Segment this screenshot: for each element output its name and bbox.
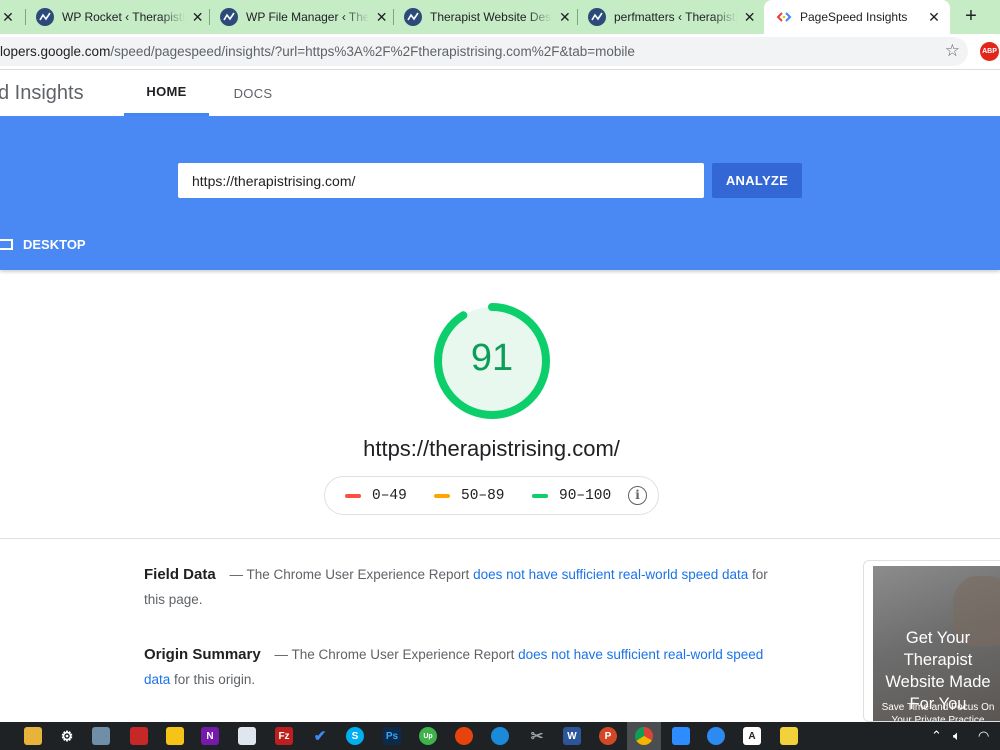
field-data-heading: Field Data (144, 566, 216, 583)
tab-close-icon[interactable]: ✕ (926, 9, 942, 26)
legend-pass: 90–100 (532, 488, 611, 504)
tab-therapist-website-design[interactable]: Therapist Website Design ✕ (396, 0, 578, 34)
tab-title: PageSpeed Insights (800, 10, 908, 24)
opera-icon[interactable] (455, 727, 473, 745)
desktop-label: DESKTOP (23, 237, 86, 252)
taskbar: ⚙ N Fz ✔ S Ps Up ✂ W P A ⌃ 🔈︎ ◠ (0, 722, 1000, 750)
tab-close-icon[interactable]: ✕ (743, 9, 756, 26)
tab-close-icon[interactable]: ✕ (558, 9, 572, 26)
search-banner: ANALYZE DESKTOP (0, 116, 1000, 270)
ad-banner[interactable]: Get Your Therapist Website Made For You … (863, 560, 1000, 722)
word-icon[interactable]: W (563, 727, 581, 745)
address-path: /speed/pagespeed/insights/?url=https%3A%… (110, 44, 635, 59)
tab-partial[interactable]: ✕ (0, 0, 26, 34)
chrome-icon[interactable] (635, 727, 653, 745)
origin-summary-text: — The Chrome User Experience Report (274, 647, 515, 662)
field-data-link[interactable]: does not have sufficient real-world spee… (473, 567, 748, 582)
nav-home[interactable]: HOME (124, 70, 209, 116)
tab-pagespeed-insights[interactable]: PageSpeed Insights ✕ (764, 0, 950, 34)
skype-icon[interactable]: S (346, 727, 364, 745)
tab-title: perfmatters ‹ TherapistRising (614, 10, 737, 24)
origin-summary-section: Origin Summary — The Chrome User Experie… (144, 642, 784, 692)
desktop-tab[interactable]: DESKTOP (0, 237, 86, 252)
origin-summary-text-end: for this origin. (174, 672, 256, 687)
divider (0, 538, 1000, 539)
sticky-notes-icon[interactable] (166, 727, 184, 745)
tab-wp-file-manager[interactable]: WP File Manager ‹ Therapist ✕ (212, 0, 394, 34)
wp-rocket-icon (36, 8, 54, 26)
notepad-icon[interactable] (238, 727, 256, 745)
notes-pencil-icon[interactable] (780, 727, 798, 745)
nav-docs[interactable]: DOCS (214, 70, 292, 116)
tab-close-icon[interactable]: ✕ (191, 9, 204, 26)
acrobat-icon[interactable]: A (743, 727, 761, 745)
filezilla-icon[interactable]: Fz (275, 727, 293, 745)
legend-pass-label: 90–100 (559, 488, 612, 504)
wifi-icon[interactable]: ◠ (978, 728, 989, 744)
field-data-section: Field Data — The Chrome User Experience … (144, 562, 784, 612)
volume-icon[interactable]: 🔈︎ (953, 728, 961, 744)
tab-close-icon[interactable]: ✕ (375, 9, 388, 26)
adblock-icon[interactable]: ABP (980, 42, 999, 61)
tab-close-icon[interactable]: ✕ (0, 9, 16, 26)
analyze-button[interactable]: ANALYZE (712, 163, 802, 198)
legend-pass-swatch (532, 494, 548, 498)
tab-strip: ✕ WP Rocket ‹ TherapistRising ✕ WP File … (0, 0, 1000, 34)
pagespeed-icon (776, 11, 792, 23)
tab-title: WP File Manager ‹ Therapist (246, 10, 370, 24)
tab-wp-rocket[interactable]: WP Rocket ‹ TherapistRising ✕ (28, 0, 210, 34)
tab-title: WP Rocket ‹ TherapistRising (62, 10, 185, 24)
performance-score: 91 (470, 337, 514, 379)
psi-header: d Insights HOME DOCS (0, 70, 1000, 116)
perfmatters-icon (588, 8, 606, 26)
info-icon[interactable]: i (628, 486, 647, 505)
field-data-text: — The Chrome User Experience Report (229, 567, 470, 582)
address-host: lopers.google.com (0, 44, 111, 59)
snipping-tool-icon[interactable]: ✂ (528, 727, 546, 745)
desktop-icon (0, 239, 13, 250)
onenote-icon[interactable]: N (201, 727, 219, 745)
photoshop-icon[interactable]: Ps (383, 727, 401, 745)
therapist-website-icon (404, 8, 422, 26)
pdf-tool-icon[interactable] (130, 727, 148, 745)
legend-average-swatch (434, 494, 450, 498)
legend-fail-swatch (345, 494, 361, 498)
teamviewer-icon[interactable] (707, 727, 725, 745)
score-legend: 0–49 50–89 90–100 i (324, 476, 659, 515)
page-brand: d Insights (0, 82, 84, 104)
network-drive-icon[interactable] (92, 727, 110, 745)
legend-average: 50–89 (434, 488, 505, 504)
legend-fail-label: 0–49 (372, 488, 407, 504)
wp-file-manager-icon (220, 8, 238, 26)
address-url: lopers.google.com/speed/pagespeed/insigh… (0, 44, 635, 59)
edge-icon[interactable] (491, 727, 509, 745)
ad-subtext: Save Time and Focus On Your Private Prac… (881, 702, 995, 722)
powerpoint-icon[interactable]: P (599, 727, 617, 745)
toolbar: lopers.google.com/speed/pagespeed/insigh… (0, 34, 1000, 70)
tab-perfmatters[interactable]: perfmatters ‹ TherapistRising ✕ (580, 0, 762, 34)
todo-check-icon[interactable]: ✔ (311, 727, 329, 745)
bookmark-star-icon[interactable]: ☆ (945, 41, 960, 61)
tray-chevron-icon[interactable]: ⌃ (931, 728, 942, 744)
address-bar[interactable]: lopers.google.com/speed/pagespeed/insigh… (0, 37, 968, 66)
tested-url: https://therapistrising.com/ (363, 436, 620, 461)
file-explorer-icon[interactable] (24, 727, 42, 745)
upwork-icon[interactable]: Up (419, 727, 437, 745)
legend-fail: 0–49 (345, 488, 407, 504)
origin-summary-heading: Origin Summary (144, 646, 261, 663)
url-input[interactable] (178, 163, 704, 198)
legend-average-label: 50–89 (461, 488, 505, 504)
new-tab-button[interactable]: + (958, 4, 984, 30)
tab-title: Therapist Website Design (430, 10, 552, 24)
settings-gear-icon[interactable]: ⚙ (58, 727, 76, 745)
zoom-icon[interactable] (672, 727, 690, 745)
